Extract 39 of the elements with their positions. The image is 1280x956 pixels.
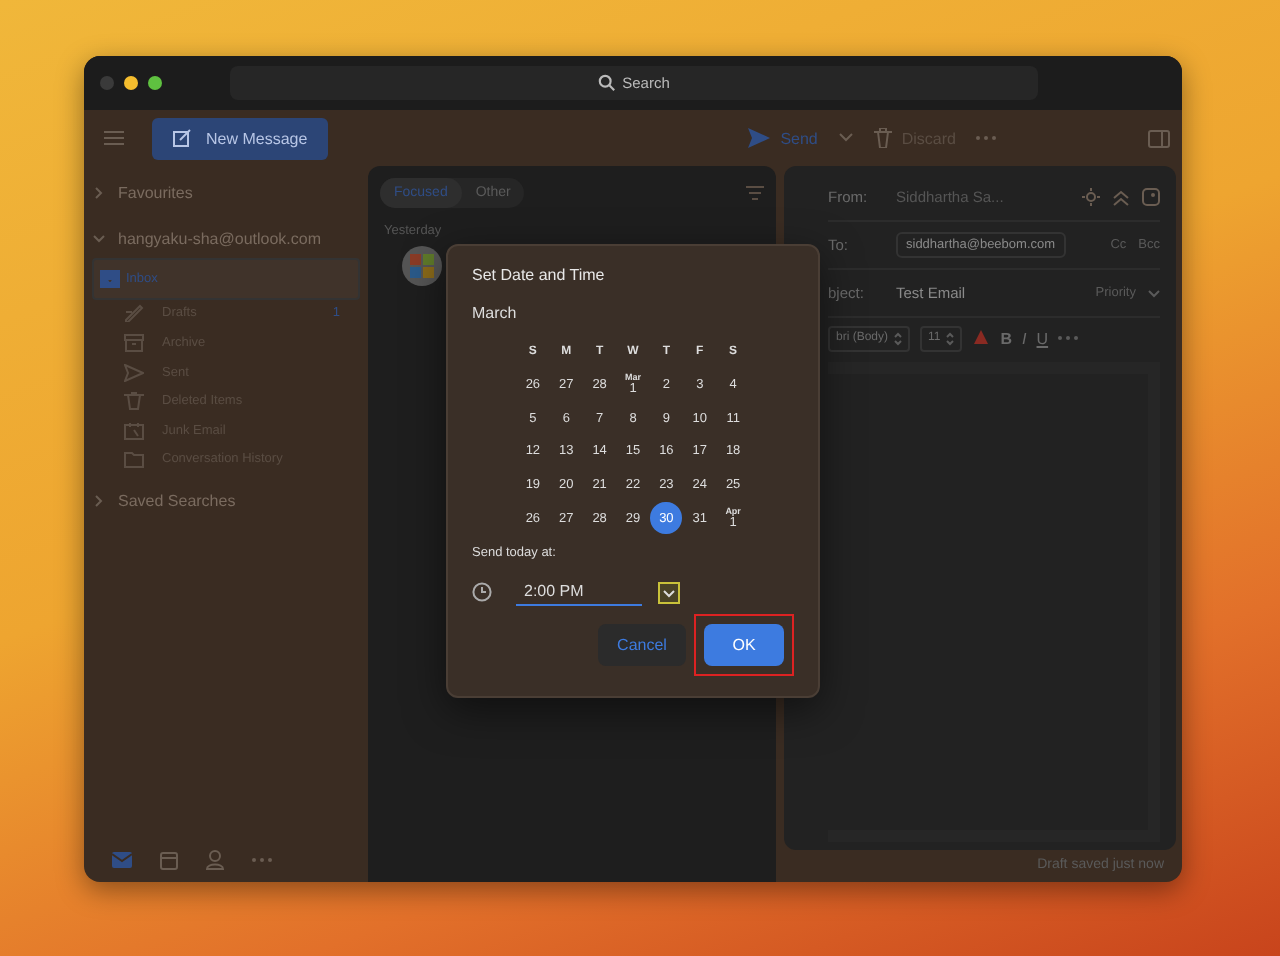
stepper-icon — [946, 331, 955, 345]
sender-logo-icon — [402, 246, 442, 286]
double-chevron-up-icon[interactable] — [1112, 189, 1130, 205]
search-icon — [598, 74, 617, 92]
person-icon[interactable] — [206, 850, 224, 870]
chevron-right-icon — [92, 185, 106, 199]
send-icon — [748, 128, 771, 148]
trash-folder-icon — [124, 392, 144, 411]
compose-icon — [172, 128, 192, 148]
minimize-icon[interactable] — [124, 76, 138, 90]
time-field[interactable]: 2:00 PM — [516, 578, 642, 607]
image-icon[interactable] — [1142, 188, 1160, 206]
chevron-down-icon[interactable] — [837, 132, 854, 144]
dialog-title: Set Date and Time — [472, 266, 607, 284]
chevron-right-icon — [92, 493, 106, 508]
chevron-down-icon — [92, 231, 106, 245]
new-message-button[interactable]: New Message — [152, 117, 328, 159]
zoom-icon[interactable] — [148, 76, 162, 90]
filter-icon[interactable] — [746, 186, 764, 200]
ok-button[interactable]: OK — [704, 624, 784, 666]
archive-folder-icon — [124, 333, 144, 352]
month-label: March — [472, 304, 519, 322]
panel-icon[interactable] — [1148, 129, 1170, 147]
close-icon[interactable] — [100, 76, 114, 90]
sun-icon[interactable] — [1082, 188, 1100, 206]
text-color-icon[interactable] — [972, 329, 991, 347]
folder-folder-icon — [124, 450, 144, 469]
junk-folder-icon — [124, 421, 144, 440]
drafts-folder-icon — [124, 304, 144, 323]
dropdown-icon[interactable] — [658, 581, 680, 604]
calendar-icon[interactable] — [160, 851, 178, 869]
inbox-folder-icon — [100, 269, 120, 288]
menu-icon[interactable] — [104, 130, 124, 146]
mail-icon[interactable] — [112, 852, 132, 868]
stepper-icon — [894, 331, 903, 345]
trash-icon — [873, 128, 892, 148]
clock-icon — [472, 582, 492, 603]
chevron-down-icon[interactable] — [1148, 289, 1160, 297]
sent-folder-icon — [124, 363, 144, 382]
